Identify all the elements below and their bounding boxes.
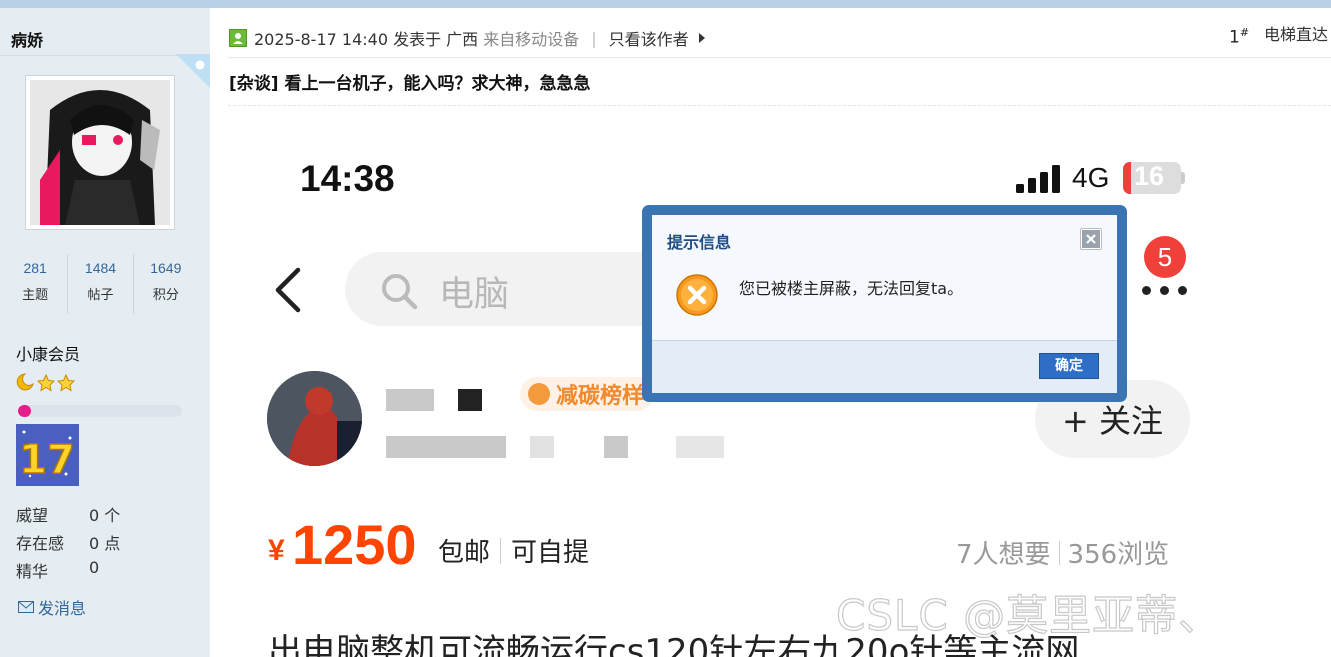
signal-icon <box>1016 165 1060 193</box>
post-source[interactable]: 来自移动设备 <box>483 26 579 50</box>
alert-dialog: 提示信息 您已被楼主屏蔽，无法回复ta。 确定 <box>642 205 1127 402</box>
stat-label: 帖子 <box>87 288 114 303</box>
battery-icon: 16 <box>1123 162 1181 194</box>
blurred-info <box>676 436 724 458</box>
author-info: 威望 0 个 存在感 0 点 精华 0 <box>16 502 120 586</box>
stat-topics[interactable]: 281 主题 <box>3 254 69 314</box>
leaf-icon <box>528 383 550 405</box>
stat-value: 1484 <box>84 260 117 276</box>
info-value: 0 个 <box>89 506 121 525</box>
rank-tag: 减碳榜样 <box>520 377 655 411</box>
divider <box>228 57 1331 58</box>
info-value: 0 点 <box>89 534 121 553</box>
back-arrow-icon <box>275 267 301 313</box>
status-time: 14:38 <box>300 158 395 199</box>
info-value: 0 <box>89 558 100 577</box>
price: 1250 <box>292 513 417 576</box>
avatar-image <box>30 80 170 225</box>
listing-stats: 7人想要 356浏览 <box>956 534 1169 571</box>
separator <box>1058 540 1060 565</box>
author-stats: 281 主题 1484 帖子 1649 积分 <box>3 254 198 314</box>
post-title: [杂谈] 看上一台机子，能入吗？求大神，急急急 <box>229 74 591 94</box>
separator <box>500 537 502 564</box>
level-progress <box>18 405 182 417</box>
meta-separator: | <box>591 28 597 48</box>
error-icon <box>676 274 718 316</box>
rank-tag-label: 减碳榜样 <box>556 384 645 409</box>
seller-avatar <box>267 371 362 466</box>
top-border <box>0 0 1331 8</box>
divider <box>0 55 196 56</box>
mail-icon <box>18 601 34 613</box>
notification-badge: 5 <box>1144 236 1186 278</box>
dialog-message: 您已被楼主屏蔽，无法回复ta。 <box>739 279 964 298</box>
stat-posts[interactable]: 1484 帖子 <box>68 254 134 314</box>
shipping-free: 包邮 <box>438 538 491 568</box>
elevator-jump[interactable]: 电梯直达 <box>1264 21 1328 45</box>
online-user-icon <box>229 29 247 47</box>
dialog-title: 提示信息 <box>667 233 732 252</box>
only-author-link[interactable]: 只看该作者 <box>609 26 689 50</box>
blurred-info <box>530 436 554 458</box>
confirm-button[interactable]: 确定 <box>1039 353 1099 379</box>
stat-value: 1649 <box>150 260 182 276</box>
triangle-right-icon <box>698 33 705 43</box>
stat-points[interactable]: 1649 积分 <box>134 254 198 314</box>
info-row: 威望 0 个 <box>16 502 120 530</box>
info-key: 威望 <box>16 506 49 525</box>
info-key: 精华 <box>16 562 49 581</box>
listing-description: 出电脑整机可流畅运行cs120针左右九20ο针等主流网 <box>268 632 1080 657</box>
avatar[interactable] <box>25 75 175 230</box>
battery-percent: 16 <box>1134 162 1165 191</box>
info-row: 精华 0 <box>16 558 120 586</box>
blurred-username <box>386 389 434 411</box>
level-progress-fill <box>18 405 32 417</box>
post-meta: 2025-8-17 14:40 发表于 广西 来自移动设备 | 只看该作者 <box>229 26 705 50</box>
close-icon <box>1082 230 1100 248</box>
search-query: 电脑 <box>439 275 510 315</box>
author-name[interactable]: 病娇 <box>11 27 43 51</box>
stat-label: 积分 <box>152 288 179 303</box>
info-row: 存在感 0 点 <box>16 530 120 558</box>
close-button[interactable] <box>1080 228 1102 250</box>
blurred-info <box>604 436 628 458</box>
send-message-label: 发消息 <box>38 599 87 618</box>
battery-level <box>1123 162 1131 194</box>
author-sidebar: 病娇 281 主题 1484 帖子 1649 积分 小康会员 17 威望 0 个… <box>0 8 210 657</box>
post-datetime: 2025-8-17 14:40 发表于 广西 <box>254 30 479 49</box>
rank-stars-icon <box>16 373 76 392</box>
user-group[interactable]: 小康会员 <box>16 341 80 365</box>
medal-17-icon[interactable]: 17 <box>16 424 79 486</box>
blurred-username <box>458 389 482 411</box>
stat-value: 281 <box>23 260 47 276</box>
pickup: 可自提 <box>511 538 590 568</box>
network-type: 4G <box>1072 162 1110 193</box>
want-count: 7人想要 <box>956 540 1051 570</box>
dialog-body: 提示信息 您已被楼主屏蔽，无法回复ta。 确定 <box>652 215 1117 393</box>
price-currency: ¥ <box>268 534 285 567</box>
battery-tip <box>1181 172 1185 184</box>
floor-number[interactable]: 1# <box>1229 26 1249 48</box>
apple-corner-icon <box>176 54 210 88</box>
search-icon <box>382 274 418 310</box>
blurred-info <box>386 436 506 458</box>
info-key: 存在感 <box>16 534 65 553</box>
shipping-info: 包邮 可自提 <box>438 532 589 569</box>
view-count: 356浏览 <box>1067 540 1170 570</box>
more-dots-icon <box>1142 286 1187 295</box>
svg-text:17: 17 <box>19 437 75 483</box>
stat-label: 主题 <box>22 288 49 303</box>
send-message-link[interactable]: 发消息 <box>18 595 86 619</box>
